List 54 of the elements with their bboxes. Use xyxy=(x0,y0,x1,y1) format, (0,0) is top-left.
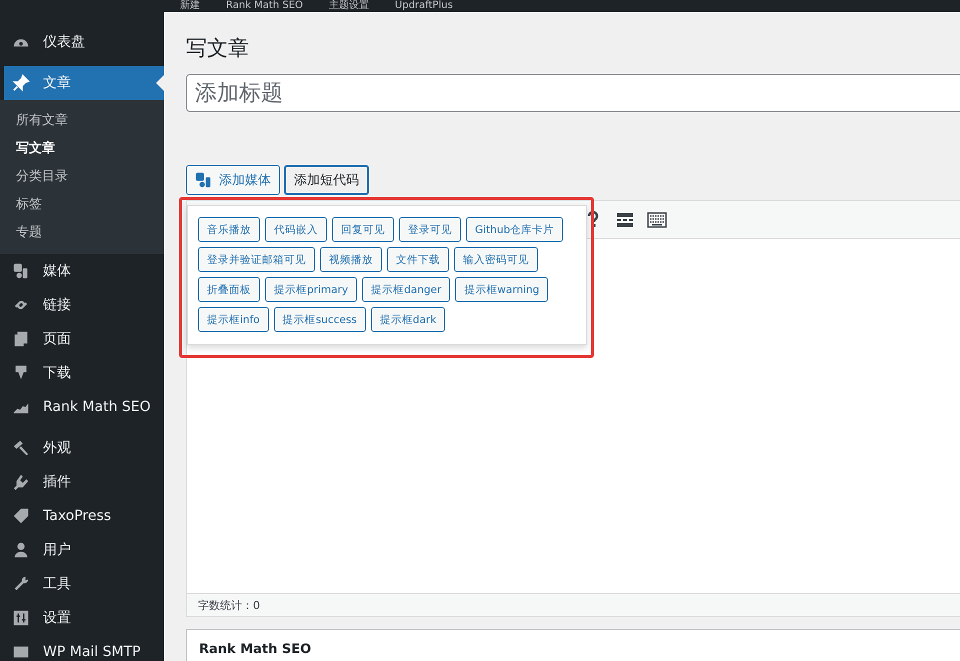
sidebar-item[interactable]: 页面 xyxy=(0,322,164,356)
pages-icon xyxy=(12,330,30,348)
sidebar-item[interactable]: 下载 xyxy=(0,356,164,390)
shortcode-button[interactable]: 视频播放 xyxy=(320,247,382,272)
pin-icon xyxy=(12,74,30,92)
plug-icon xyxy=(12,473,30,491)
sidebar-item[interactable]: 插件 xyxy=(0,465,164,499)
shortcode-button[interactable]: 音乐播放 xyxy=(198,217,260,242)
sidebar-item[interactable]: Rank Math SEO xyxy=(0,390,164,431)
shortcode-button[interactable]: 登录并验证邮箱可见 xyxy=(198,247,315,272)
submenu-item[interactable]: 标签 xyxy=(0,191,164,219)
shortcode-button[interactable]: 代码嵌入 xyxy=(265,217,327,242)
shortcode-button[interactable]: 提示框warning xyxy=(455,277,548,302)
shortcode-button[interactable]: 折叠面板 xyxy=(198,277,260,302)
sidebar-item[interactable]: WP Mail SMTP xyxy=(0,635,164,661)
toolbar-button[interactable]: 添加短代码 xyxy=(284,165,369,195)
sidebar-item[interactable]: 链接 xyxy=(0,288,164,322)
shortcode-button[interactable]: 回复可见 xyxy=(332,217,394,242)
sidebar-item[interactable]: 文章 xyxy=(4,66,164,100)
sidebar-item[interactable]: 外观 xyxy=(0,431,164,465)
shortcode-button[interactable]: 提示框info xyxy=(198,307,269,332)
sidebar-item[interactable]: TaxoPress xyxy=(0,499,164,533)
word-count: 字数统计：0 xyxy=(198,598,260,612)
admin-bar-link[interactable]: UpdraftPlus xyxy=(394,0,453,12)
submenu-item[interactable]: 分类目录 xyxy=(0,163,164,191)
sidebar-item[interactable]: 用户 xyxy=(0,533,164,567)
shortcode-button[interactable]: 输入密码可见 xyxy=(454,247,538,272)
page-title: 写文章 xyxy=(186,35,250,62)
media-icon xyxy=(12,262,30,280)
sidebar-item[interactable]: 设置 xyxy=(0,601,164,635)
submenu-item[interactable]: 专题 xyxy=(0,219,164,247)
submenu-item[interactable]: 所有文章 xyxy=(0,107,164,135)
submenu-item[interactable]: 写文章 xyxy=(0,135,164,163)
admin-bar-link[interactable]: Rank Math SEO xyxy=(226,0,303,12)
toolbar-button[interactable]: 添加媒体 xyxy=(186,165,280,195)
shortcode-button[interactable]: 提示框success xyxy=(274,307,366,332)
title-field[interactable]: 添加标题 xyxy=(186,74,960,112)
wrench-icon xyxy=(12,575,30,593)
media-icon xyxy=(195,171,213,189)
shortcode-button[interactable]: Github仓库卡片 xyxy=(466,217,564,242)
user-icon xyxy=(12,541,30,559)
sidebar-item[interactable]: 仪表盘 xyxy=(0,25,164,66)
current-arrow-icon xyxy=(156,75,164,91)
tag-icon xyxy=(12,507,30,525)
settings-icon xyxy=(12,609,30,627)
shortcode-button[interactable]: 提示框primary xyxy=(265,277,358,302)
shortcode-button[interactable]: 提示框danger xyxy=(362,277,450,302)
sidebar-item[interactable]: 工具 xyxy=(0,567,164,601)
sidebar-item[interactable]: 媒体 xyxy=(0,254,164,288)
shortcode-button[interactable]: 文件下载 xyxy=(387,247,449,272)
shortcode-button[interactable]: 登录可见 xyxy=(399,217,461,242)
shortcode-button[interactable]: 提示框dark xyxy=(370,307,446,332)
keyboard-icon[interactable] xyxy=(647,210,667,230)
panel-title: Rank Math SEO xyxy=(199,642,312,657)
